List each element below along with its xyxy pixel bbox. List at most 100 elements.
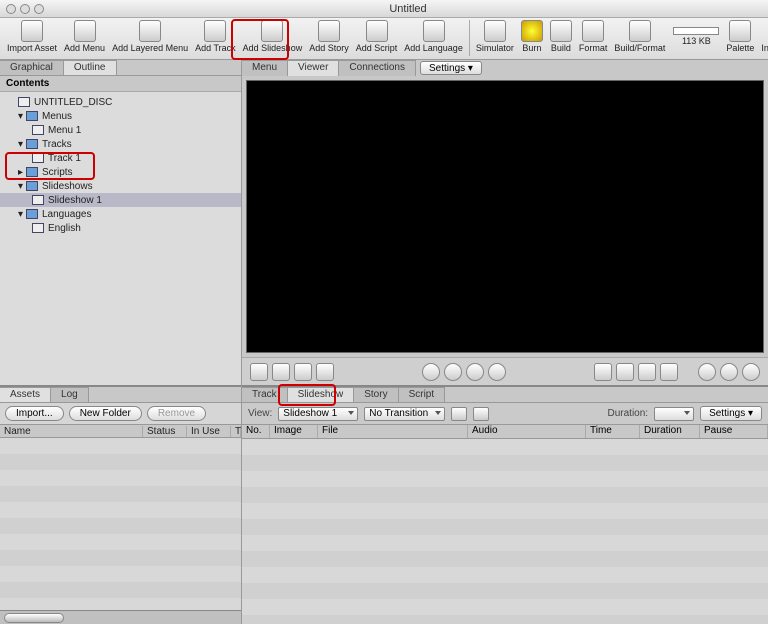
step-back-button[interactable]	[466, 363, 484, 381]
assets-hscroll[interactable]	[0, 610, 241, 624]
track-icon	[32, 153, 44, 163]
duration-select[interactable]	[654, 407, 694, 421]
disclosure-triangle-icon[interactable]: ▾	[18, 181, 26, 192]
tree-tracks[interactable]: ▾Tracks	[0, 137, 241, 151]
build-icon	[550, 20, 572, 42]
minimize-traffic-light[interactable]	[20, 4, 30, 14]
outline-tree[interactable]: UNTITLED_DISC ▾Menus Menu 1 ▾Tracks Trac…	[0, 92, 241, 385]
col-status[interactable]: Status	[143, 426, 187, 437]
folder-icon	[26, 111, 38, 121]
view-select[interactable]: Slideshow 1	[278, 407, 358, 421]
tab-assets[interactable]: Assets	[0, 387, 51, 402]
window-title: Untitled	[48, 3, 768, 15]
stop-button[interactable]	[444, 363, 462, 381]
folder-icon	[26, 167, 38, 177]
col-image[interactable]: Image	[270, 425, 318, 438]
tab-graphical[interactable]: Graphical	[0, 60, 64, 75]
tab-outline[interactable]: Outline	[64, 60, 117, 75]
tree-track1[interactable]: Track 1	[0, 151, 241, 165]
slideshow-list[interactable]	[242, 439, 768, 624]
last-slide-button[interactable]	[316, 363, 334, 381]
tab-viewer[interactable]: Viewer	[288, 60, 339, 76]
viewer-canvas[interactable]	[246, 80, 764, 353]
zoom-traffic-light[interactable]	[34, 4, 44, 14]
main-toolbar: Import Asset Add Menu Add Layered Menu A…	[0, 18, 768, 60]
build-format-button[interactable]: Build/Format	[611, 20, 668, 53]
add-layered-menu-button[interactable]: Add Layered Menu	[109, 20, 191, 53]
viewer-settings-button[interactable]: Settings ▾	[420, 61, 482, 75]
transition-preview-button[interactable]	[473, 407, 489, 421]
editor-tabstrip: Track Slideshow Story Script	[242, 387, 768, 403]
add-layered-menu-icon	[139, 20, 161, 42]
scrollbar-thumb[interactable]	[4, 613, 64, 623]
col-inuse[interactable]: In Use	[187, 426, 231, 437]
col-t[interactable]: T	[231, 426, 241, 437]
format-button[interactable]: Format	[576, 20, 611, 53]
col-no[interactable]: No.	[242, 425, 270, 438]
add-menu-button[interactable]: Add Menu	[61, 20, 108, 53]
disc-icon	[18, 97, 30, 107]
tab-script[interactable]: Script	[399, 387, 446, 402]
import-button[interactable]: Import...	[5, 406, 64, 421]
window-titlebar: Untitled	[0, 0, 768, 18]
extra-3-button[interactable]	[742, 363, 760, 381]
disclosure-triangle-icon[interactable]: ▾	[18, 111, 26, 122]
tab-track[interactable]: Track	[242, 387, 288, 402]
tree-languages[interactable]: ▾Languages	[0, 207, 241, 221]
remove-button[interactable]: Remove	[147, 406, 206, 421]
close-traffic-light[interactable]	[6, 4, 16, 14]
simulator-icon	[484, 20, 506, 42]
tree-scripts[interactable]: ▸Scripts	[0, 165, 241, 179]
layout-2-button[interactable]	[616, 363, 634, 381]
transition-select[interactable]: No Transition	[364, 407, 445, 421]
tab-connections[interactable]: Connections	[339, 60, 416, 76]
palette-button[interactable]: Palette	[723, 20, 757, 53]
burn-button[interactable]: Burn	[518, 20, 546, 53]
tree-menu1[interactable]: Menu 1	[0, 123, 241, 137]
col-audio[interactable]: Audio	[468, 425, 586, 438]
layout-3-button[interactable]	[638, 363, 656, 381]
folder-icon	[26, 139, 38, 149]
step-forward-button[interactable]	[488, 363, 506, 381]
add-language-button[interactable]: Add Language	[401, 20, 466, 53]
next-slide-button[interactable]	[294, 363, 312, 381]
first-slide-button[interactable]	[250, 363, 268, 381]
layout-1-button[interactable]	[594, 363, 612, 381]
slideshow-settings-button[interactable]: Settings ▾	[700, 406, 762, 421]
tree-english[interactable]: English	[0, 221, 241, 235]
import-asset-button[interactable]: Import Asset	[4, 20, 60, 53]
build-button[interactable]: Build	[547, 20, 575, 53]
extra-2-button[interactable]	[720, 363, 738, 381]
add-track-icon	[204, 20, 226, 42]
col-pause[interactable]: Pause	[700, 425, 768, 438]
extra-1-button[interactable]	[698, 363, 716, 381]
play-button[interactable]	[422, 363, 440, 381]
add-track-button[interactable]: Add Track	[192, 20, 239, 53]
tree-slideshow1[interactable]: Slideshow 1	[0, 193, 241, 207]
tab-story[interactable]: Story	[354, 387, 398, 402]
tree-slideshows[interactable]: ▾Slideshows	[0, 179, 241, 193]
prev-slide-button[interactable]	[272, 363, 290, 381]
new-folder-button[interactable]: New Folder	[69, 406, 142, 421]
col-file[interactable]: File	[318, 425, 468, 438]
tree-root[interactable]: UNTITLED_DISC	[0, 95, 241, 109]
add-slideshow-icon	[261, 20, 283, 42]
col-time[interactable]: Time	[586, 425, 640, 438]
add-slideshow-button[interactable]: Add Slideshow	[240, 20, 306, 53]
col-duration[interactable]: Duration	[640, 425, 700, 438]
tab-log[interactable]: Log	[51, 387, 89, 402]
assets-list[interactable]	[0, 438, 241, 610]
transition-prev-button[interactable]	[451, 407, 467, 421]
layout-4-button[interactable]	[660, 363, 678, 381]
tab-menu[interactable]: Menu	[242, 60, 288, 76]
simulator-button[interactable]: Simulator	[473, 20, 517, 53]
tree-menus[interactable]: ▾Menus	[0, 109, 241, 123]
tab-slideshow[interactable]: Slideshow	[288, 387, 355, 402]
add-story-button[interactable]: Add Story	[306, 20, 352, 53]
inspector-button[interactable]: Inspector	[758, 20, 768, 53]
disclosure-triangle-icon[interactable]: ▸	[18, 167, 26, 178]
add-script-button[interactable]: Add Script	[353, 20, 401, 53]
disclosure-triangle-icon[interactable]: ▾	[18, 209, 26, 220]
col-name[interactable]: Name	[0, 426, 143, 437]
disclosure-triangle-icon[interactable]: ▾	[18, 139, 26, 150]
